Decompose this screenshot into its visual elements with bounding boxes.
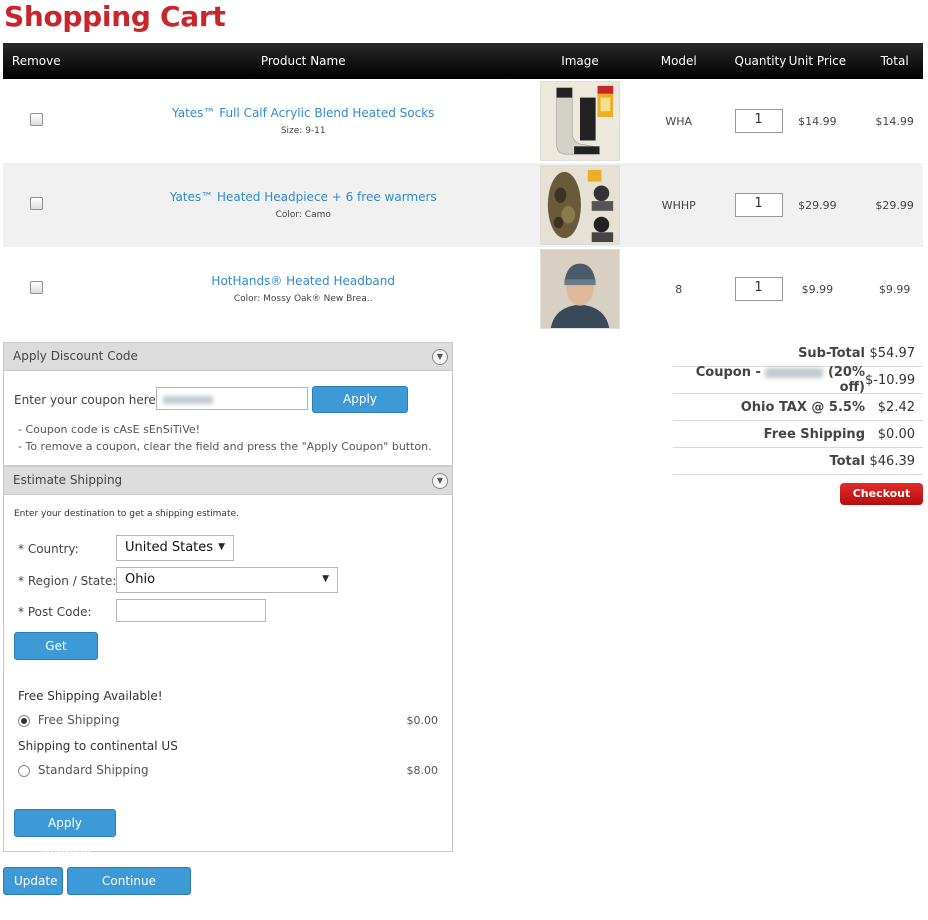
- continue-shopping-button[interactable]: Continue Shopping: [67, 867, 191, 914]
- chevron-down-icon[interactable]: ▼: [432, 349, 448, 365]
- unit-price: $14.99: [798, 114, 837, 128]
- remove-checkbox[interactable]: [29, 197, 43, 210]
- unit-price: $29.99: [798, 198, 837, 212]
- product-image[interactable]: [539, 165, 620, 245]
- shipping-intro: Enter your destination to get a shipping…: [14, 509, 239, 519]
- shipping-total-value: $0.00: [877, 426, 915, 442]
- shipping-option-standard[interactable]: Standard Shipping: [18, 763, 149, 777]
- cart-row: HotHands® Heated Headband Color: Mossy O…: [3, 247, 923, 331]
- line-total: $29.99: [875, 198, 914, 212]
- header-unit-price: Unit Price: [788, 54, 847, 68]
- continental-shipping-group-title: Shipping to continental US: [18, 739, 178, 753]
- chevron-down-icon: ▼: [322, 574, 329, 584]
- shipping-total-label: Free Shipping: [763, 426, 865, 442]
- shipping-option-free-label: Free Shipping: [37, 713, 120, 727]
- cart-table: Remove Product Name Image Model Quantity…: [3, 43, 923, 331]
- discount-panel: Apply Discount Code ▼ Enter your coupon …: [3, 342, 453, 466]
- coupon-note-case: - Coupon code is cAsE sEnSiTiVe!: [18, 423, 201, 436]
- grand-total-value: $46.39: [869, 453, 916, 469]
- remove-checkbox[interactable]: [29, 281, 43, 294]
- product-image[interactable]: [539, 81, 620, 161]
- page-title: Shopping Cart: [4, 0, 226, 33]
- country-select-value: United States: [125, 540, 214, 555]
- product-link[interactable]: HotHands® Heated Headband: [70, 274, 537, 288]
- coupon-total-label: Coupon - (20% off): [673, 365, 865, 395]
- shipping-panel-title: Estimate Shipping: [13, 473, 123, 487]
- apply-shipping-button[interactable]: Apply Shipping: [14, 809, 116, 856]
- product-model: 8: [675, 282, 683, 296]
- shipping-option-free-price: $0.00: [406, 714, 439, 727]
- coupon-value: $-10.99: [865, 372, 916, 388]
- coupon-label-prefix: Coupon -: [695, 365, 761, 380]
- totals-coupon-row: Coupon - (20% off) $-10.99: [673, 365, 923, 395]
- postcode-input[interactable]: [116, 599, 266, 622]
- header-image: Image: [561, 54, 599, 68]
- region-select-value: Ohio: [125, 572, 156, 587]
- product-model: WHHP: [661, 198, 696, 212]
- product-attribute: Color: Camo: [275, 210, 331, 220]
- line-total: $9.99: [878, 282, 911, 296]
- totals-tax-row: Ohio TAX @ 5.5% $2.42: [673, 394, 923, 421]
- coupon-label-suffix: (20% off): [827, 365, 865, 395]
- header-total: Total: [880, 54, 909, 68]
- header-model: Model: [660, 54, 697, 68]
- product-image[interactable]: [539, 249, 620, 329]
- grand-total-label: Total: [829, 453, 865, 469]
- shipping-option-standard-price: $8.00: [406, 764, 439, 777]
- coupon-input[interactable]: [156, 387, 308, 410]
- totals-subtotal-row: Sub-Total $54.97: [673, 340, 923, 367]
- chevron-down-icon[interactable]: ▼: [432, 473, 448, 489]
- shipping-radio-free[interactable]: [18, 714, 30, 727]
- header-remove: Remove: [11, 54, 61, 68]
- tax-label: Ohio TAX @ 5.5%: [740, 399, 865, 415]
- shipping-option-free[interactable]: Free Shipping: [18, 713, 119, 727]
- postcode-label: * Post Code:: [18, 605, 92, 619]
- tax-value: $2.42: [877, 399, 915, 415]
- region-label: * Region / State:: [18, 574, 117, 588]
- shipping-option-standard-label: Standard Shipping: [37, 763, 149, 777]
- header-quantity: Quantity: [734, 54, 787, 68]
- chevron-down-icon: ▼: [218, 542, 225, 552]
- shipping-radio-standard[interactable]: [18, 764, 30, 777]
- update-button[interactable]: Update: [3, 867, 63, 895]
- product-model: WHA: [665, 114, 693, 128]
- checkout-button[interactable]: Checkout: [840, 483, 923, 505]
- region-select[interactable]: Ohio ▼: [116, 567, 338, 593]
- shipping-panel-header[interactable]: Estimate Shipping ▼: [4, 467, 452, 495]
- product-link[interactable]: Yates™ Full Calf Acrylic Blend Heated So…: [70, 106, 537, 120]
- subtotal-value: $54.97: [869, 345, 916, 361]
- free-shipping-group-title: Free Shipping Available!: [18, 689, 163, 703]
- remove-checkbox[interactable]: [29, 113, 43, 126]
- product-link[interactable]: Yates™ Heated Headpiece + 6 free warmers: [70, 190, 537, 204]
- coupon-note-remove: - To remove a coupon, clear the field an…: [18, 440, 432, 453]
- cart-row: Yates™ Heated Headpiece + 6 free warmers…: [3, 163, 923, 247]
- order-totals: Sub-Total $54.97 Coupon - (20% off) $-10…: [673, 340, 923, 475]
- apply-coupon-button[interactable]: Apply Coupon: [312, 386, 408, 431]
- cart-table-header: Remove Product Name Image Model Quantity…: [3, 43, 923, 79]
- discount-panel-header[interactable]: Apply Discount Code ▼: [4, 343, 452, 371]
- shipping-panel: Estimate Shipping ▼ Enter your destinati…: [3, 466, 453, 856]
- product-attribute: Size: 9-11: [280, 126, 326, 136]
- totals-grand-row: Total $46.39: [673, 448, 923, 475]
- totals-shipping-row: Free Shipping $0.00: [673, 421, 923, 448]
- redacted-coupon-code: [163, 395, 213, 404]
- subtotal-label: Sub-Total: [798, 345, 865, 361]
- product-attribute: Color: Mossy Oak® New Brea..: [233, 294, 373, 304]
- cart-row: Yates™ Full Calf Acrylic Blend Heated So…: [3, 79, 923, 163]
- get-quotes-button[interactable]: Get Quotes: [14, 632, 98, 679]
- unit-price: $9.99: [801, 282, 834, 296]
- header-product-name: Product Name: [260, 54, 346, 68]
- line-total: $14.99: [875, 114, 914, 128]
- country-label: * Country:: [18, 542, 79, 556]
- discount-panel-title: Apply Discount Code: [13, 349, 138, 363]
- coupon-label: Enter your coupon here:: [14, 393, 160, 407]
- country-select[interactable]: United States ▼: [116, 535, 234, 561]
- redacted-coupon-code: [765, 367, 824, 378]
